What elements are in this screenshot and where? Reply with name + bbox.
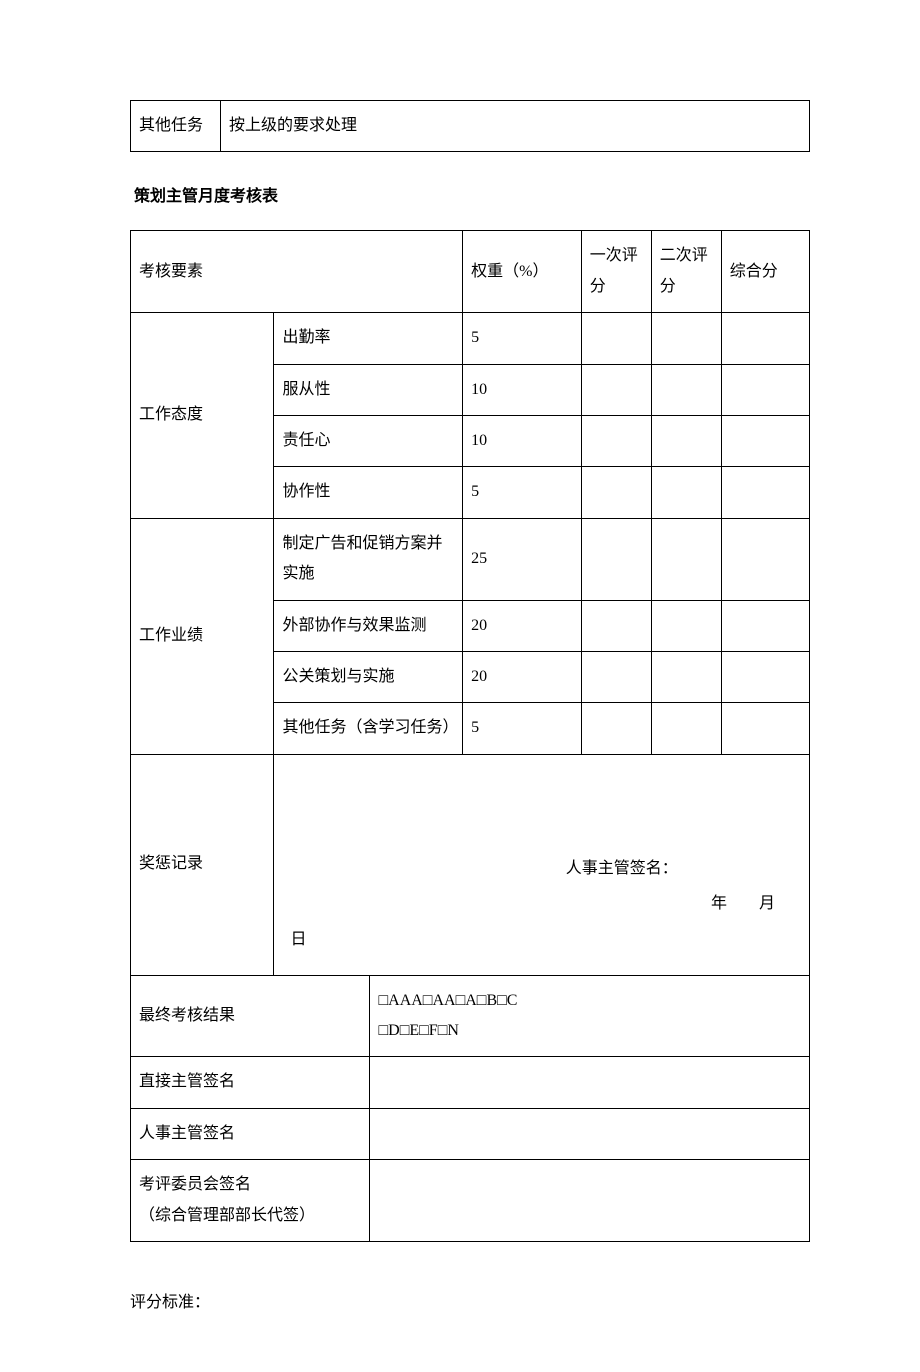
signature-row: 考评委员会签名 （综合管理部部长代签） <box>131 1160 810 1242</box>
item-label: 制定广告和促销方案并实施 <box>274 518 463 600</box>
assessment-table: 考核要素 权重（%） 一次评分 二次评分 综合分 工作态度 出勤率 5 服从性 … <box>130 230 810 1242</box>
item-label: 协作性 <box>274 467 463 518</box>
item-weight: 10 <box>463 364 582 415</box>
total-cell <box>721 313 809 364</box>
committee-sign-cell <box>370 1160 810 1242</box>
total-cell <box>721 600 809 651</box>
score1-cell <box>581 467 651 518</box>
hr-supervisor-sign-cell <box>370 1108 810 1159</box>
score2-cell <box>651 313 721 364</box>
total-cell <box>721 364 809 415</box>
committee-sign-line1: 考评委员会签名 <box>139 1170 361 1200</box>
group-name: 工作业绩 <box>131 518 274 754</box>
item-label: 外部协作与效果监测 <box>274 600 463 651</box>
scoring-criteria-label: 评分标准： <box>130 1288 810 1312</box>
item-weight: 5 <box>463 313 582 364</box>
section-title: 策划主管月度考核表 <box>134 182 810 206</box>
item-weight: 20 <box>463 651 582 702</box>
item-label: 责任心 <box>274 415 463 466</box>
date-day: 日 <box>290 922 793 957</box>
score2-cell <box>651 600 721 651</box>
final-options-line1: □AAA□AA□A□B□C <box>378 986 801 1016</box>
item-label: 公关策划与实施 <box>274 651 463 702</box>
table-row: 工作业绩 制定广告和促销方案并实施 25 <box>131 518 810 600</box>
hr-supervisor-sign-label: 人事主管签名 <box>131 1108 370 1159</box>
total-cell <box>721 703 809 754</box>
score2-cell <box>651 415 721 466</box>
header-total: 综合分 <box>721 231 809 313</box>
reward-row: 奖惩记录 人事主管签名： 年 月 日 <box>131 754 810 975</box>
total-cell <box>721 415 809 466</box>
score1-cell <box>581 313 651 364</box>
score2-cell <box>651 518 721 600</box>
committee-sign-line2: （综合管理部部长代签） <box>139 1201 361 1231</box>
signature-row: 人事主管签名 <box>131 1108 810 1159</box>
score1-cell <box>581 518 651 600</box>
score1-cell <box>581 600 651 651</box>
hr-sign-label: 人事主管签名： <box>290 851 793 886</box>
group-name: 工作态度 <box>131 313 274 519</box>
total-cell <box>721 467 809 518</box>
direct-supervisor-sign-label: 直接主管签名 <box>131 1057 370 1108</box>
score1-cell <box>581 415 651 466</box>
top-task-value: 按上级的要求处理 <box>221 101 810 152</box>
item-label: 服从性 <box>274 364 463 415</box>
top-task-table: 其他任务 按上级的要求处理 <box>130 100 810 152</box>
item-weight: 20 <box>463 600 582 651</box>
score2-cell <box>651 364 721 415</box>
header-row: 考核要素 权重（%） 一次评分 二次评分 综合分 <box>131 231 810 313</box>
item-weight: 5 <box>463 467 582 518</box>
total-cell <box>721 518 809 600</box>
final-options-line2: □D□E□F□N <box>378 1016 801 1046</box>
signature-row: 直接主管签名 <box>131 1057 810 1108</box>
reward-signature-cell: 人事主管签名： 年 月 日 <box>274 754 810 975</box>
total-cell <box>721 651 809 702</box>
table-row: 其他任务 按上级的要求处理 <box>131 101 810 152</box>
header-score2: 二次评分 <box>651 231 721 313</box>
header-weight: 权重（%） <box>463 231 582 313</box>
score1-cell <box>581 364 651 415</box>
direct-supervisor-sign-cell <box>370 1057 810 1108</box>
item-weight: 10 <box>463 415 582 466</box>
final-result-row: 最终考核结果 □AAA□AA□A□B□C □D□E□F□N <box>131 975 810 1057</box>
header-score1: 一次评分 <box>581 231 651 313</box>
top-task-label: 其他任务 <box>131 101 221 152</box>
final-result-options: □AAA□AA□A□B□C □D□E□F□N <box>370 975 810 1057</box>
date-year-month: 年 月 <box>290 886 793 921</box>
score1-cell <box>581 703 651 754</box>
item-label: 其他任务（含学习任务） <box>274 703 463 754</box>
committee-sign-label: 考评委员会签名 （综合管理部部长代签） <box>131 1160 370 1242</box>
table-row: 工作态度 出勤率 5 <box>131 313 810 364</box>
score2-cell <box>651 651 721 702</box>
score2-cell <box>651 703 721 754</box>
score1-cell <box>581 651 651 702</box>
item-weight: 5 <box>463 703 582 754</box>
item-label: 出勤率 <box>274 313 463 364</box>
reward-label: 奖惩记录 <box>131 754 274 975</box>
score2-cell <box>651 467 721 518</box>
item-weight: 25 <box>463 518 582 600</box>
header-element: 考核要素 <box>131 231 463 313</box>
final-result-label: 最终考核结果 <box>131 975 370 1057</box>
